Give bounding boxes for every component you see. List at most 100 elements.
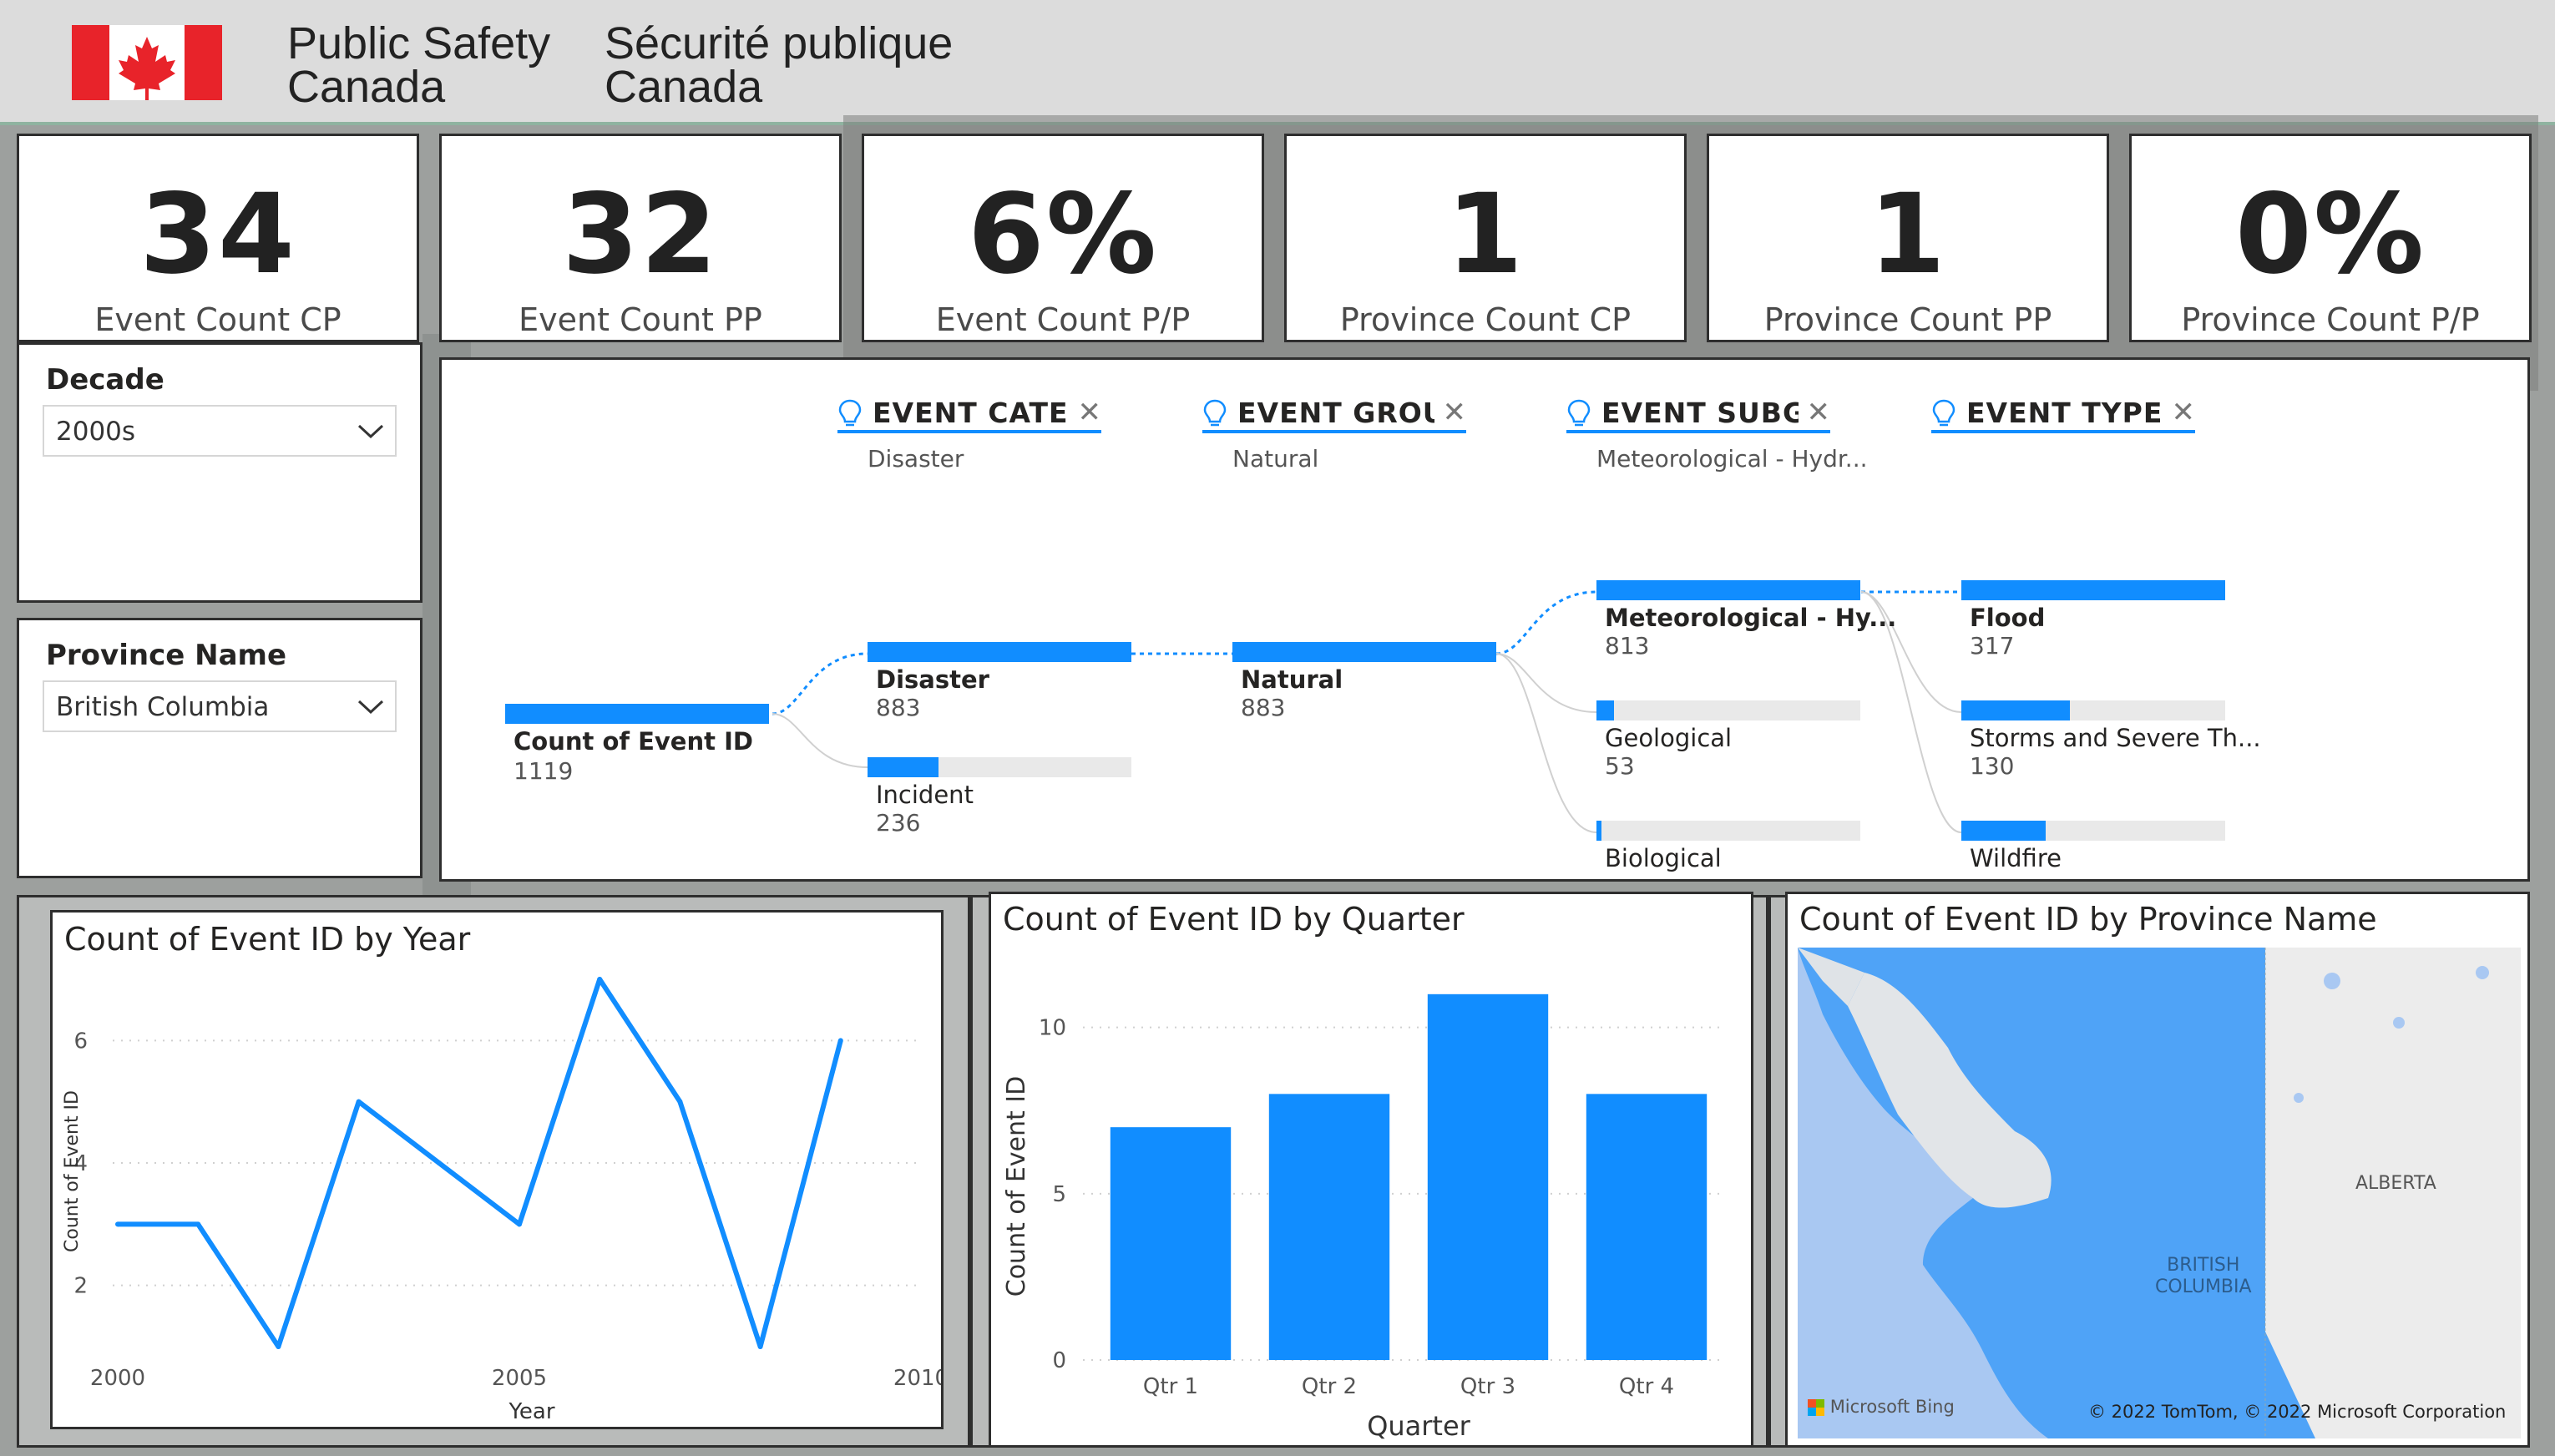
- kpi-card-event-count-cp[interactable]: 34 Event Count CP: [17, 134, 419, 342]
- bing-logo: Microsoft Bing: [1808, 1397, 1955, 1417]
- node-bar-biological[interactable]: [1596, 821, 1860, 841]
- x-tick-label: Qtr 1: [1143, 1374, 1198, 1399]
- x-axis-label: Year: [508, 1399, 554, 1424]
- province-map[interactable]: Count of Event ID by Province Name ALBER…: [1785, 892, 2530, 1448]
- data-point: [597, 977, 603, 982]
- root-value: 1119: [514, 757, 574, 785]
- quarter-chart: Count of Event ID by Quarter 0 5 10 Qtr 1Q…: [989, 892, 1753, 1448]
- node-bar-fill: [1596, 580, 1860, 600]
- data-point: [195, 1221, 201, 1227]
- data-point: [757, 1344, 763, 1349]
- decade-dropdown[interactable]: 2000s: [43, 405, 397, 457]
- level-title: EVENT SUBGRO...: [1601, 397, 1799, 429]
- decomposition-tree: Count of Event ID 1119 EVENT CATEGORY ✕ …: [439, 357, 2530, 882]
- chevron-down-icon: [357, 700, 384, 715]
- map-label-bc-line1: BRITISH: [2167, 1255, 2240, 1276]
- level-header-event-subgroup[interactable]: EVENT SUBGRO... ✕: [1566, 395, 1830, 433]
- x-tick-label: Qtr 4: [1619, 1374, 1674, 1399]
- dropdown-value: British Columbia: [56, 692, 270, 722]
- map-copyright: © 2022 TomTom, © 2022 Microsoft Corporat…: [2088, 1402, 2507, 1422]
- bar: [1110, 1127, 1232, 1360]
- node-value: 883: [876, 694, 921, 721]
- kpi-value: 34: [139, 170, 296, 299]
- bar: [1586, 1094, 1708, 1360]
- node-bar-wildfire[interactable]: [1961, 821, 2225, 841]
- data-point: [517, 1221, 522, 1227]
- dropdown-value: 2000s: [56, 417, 136, 447]
- data-point: [115, 1221, 120, 1227]
- kpi-value: 32: [562, 170, 719, 299]
- x-tick-label: 2005: [492, 1366, 547, 1391]
- kpi-card-province-count-cp[interactable]: 1 Province Count CP: [1284, 134, 1687, 342]
- level-filter: Meteorological - Hydr...: [1596, 445, 1868, 473]
- bar-chart-plot: 0 5 10 Qtr 1 Qtr 2 Qtr 3 Qtr 4 Quarter Count …: [1002, 993, 1726, 1442]
- node-value: 236: [876, 809, 921, 837]
- kpi-label: Province Count PP: [1763, 301, 2052, 338]
- kpi-value: 0%: [2234, 170, 2426, 299]
- year-chart: Count of Event ID by Year 246 2000 2005 20…: [50, 910, 944, 1429]
- tree-connectors: [772, 590, 1962, 833]
- node-bar-storms[interactable]: [1961, 700, 2225, 720]
- root-name: Count of Event ID: [514, 727, 753, 756]
- level-header-event-category[interactable]: EVENT CATEGORY ✕: [837, 395, 1101, 433]
- canada-flag-icon: [72, 25, 222, 100]
- bar: [1268, 1094, 1390, 1360]
- kpi-card-event-count-pp-change[interactable]: 6% Event Count P/P: [862, 134, 1264, 342]
- province-dropdown[interactable]: British Columbia: [43, 680, 397, 732]
- node-bar-flood[interactable]: [1961, 580, 2225, 600]
- map-label-alberta: ALBERTA: [2355, 1173, 2436, 1194]
- kpi-card-province-count-pp[interactable]: 1 Province Count PP: [1707, 134, 2109, 342]
- lightbulb-icon[interactable]: [1566, 398, 1591, 428]
- y-axis-label: Count of Event ID: [1002, 1076, 1031, 1297]
- close-icon[interactable]: ✕: [1443, 398, 1467, 427]
- level-header-event-type[interactable]: EVENT TYPE ✕: [1931, 395, 2195, 433]
- kpi-card-province-count-pp-change[interactable]: 0% Province Count P/P: [2129, 134, 2532, 342]
- chevron-down-icon: [357, 424, 384, 439]
- node-name: Flood: [1970, 604, 2046, 632]
- root-bar-fill: [505, 704, 769, 724]
- lightbulb-icon[interactable]: [837, 398, 863, 428]
- province-slicer: Province Name British Columbia: [17, 618, 422, 878]
- lightbulb-icon[interactable]: [1931, 398, 1956, 428]
- close-icon[interactable]: ✕: [1807, 398, 1831, 427]
- kpi-label: Province Count CP: [1339, 301, 1632, 338]
- chart-title: Count of Event ID by Province Name: [1799, 901, 2377, 938]
- report-header: Public Safety Canada Sécurité publique C…: [0, 0, 2555, 125]
- brand-french-line2: Canada: [605, 62, 763, 112]
- node-value: 883: [1241, 694, 1286, 721]
- node-bar-fill: [1961, 700, 2070, 720]
- node-name: Meteorological - Hy...: [1605, 604, 1897, 632]
- node-bar-incident[interactable]: [868, 757, 1131, 777]
- level-header-event-group[interactable]: EVENT GROUP ✕: [1202, 395, 1466, 433]
- node-bar-geological[interactable]: [1596, 700, 1860, 720]
- x-tick-label: 2000: [90, 1366, 145, 1391]
- data-point: [436, 1160, 442, 1165]
- close-icon[interactable]: ✕: [1078, 398, 1102, 427]
- root-bar[interactable]: [505, 704, 769, 724]
- bing-credit: Microsoft Bing: [1829, 1397, 1955, 1417]
- map-label-bc-line2: COLUMBIA: [2155, 1277, 2252, 1297]
- level-title: EVENT GROUP: [1237, 397, 1434, 429]
- kpi-label: Event Count P/P: [935, 301, 1191, 338]
- kpi-value: 1: [1869, 170, 1947, 299]
- node-bar-disaster[interactable]: [868, 642, 1131, 662]
- node-bar-fill: [1961, 580, 2225, 600]
- kpi-value: 1: [1446, 170, 1525, 299]
- node-value: 317: [1970, 632, 2015, 660]
- node-name: Wildfire: [1970, 844, 2062, 872]
- node-bar-fill: [1596, 821, 1602, 841]
- node-value: 53: [1605, 752, 1635, 780]
- brand-english-line2: Canada: [287, 62, 446, 112]
- node-bar-natural[interactable]: [1232, 642, 1496, 662]
- y-axis-label: Count of Event ID: [62, 1090, 83, 1252]
- node-bar-meteorological[interactable]: [1596, 580, 1860, 600]
- close-icon[interactable]: ✕: [2172, 398, 2196, 427]
- bar: [1427, 993, 1549, 1360]
- lightbulb-icon[interactable]: [1202, 398, 1227, 428]
- kpi-label: Event Count CP: [94, 301, 342, 338]
- node-name: Storms and Severe Th...: [1970, 724, 2261, 752]
- node-value: 130: [1970, 752, 2015, 780]
- slicer-title: Decade: [46, 363, 164, 397]
- y-tick-label: 10: [1039, 1016, 1066, 1041]
- kpi-card-event-count-pp[interactable]: 32 Event Count PP: [439, 134, 842, 342]
